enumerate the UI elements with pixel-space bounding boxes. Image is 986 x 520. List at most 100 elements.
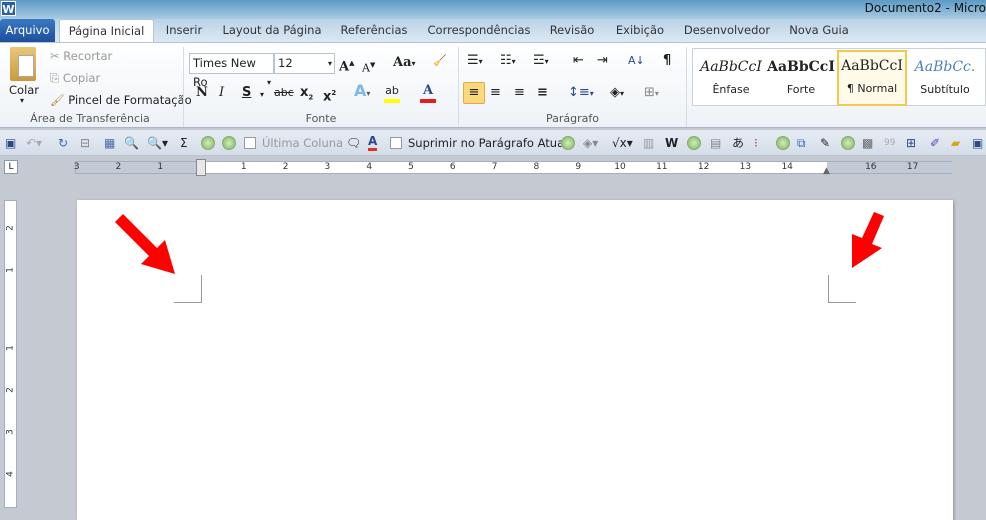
folder-icon[interactable]: ▰: [951, 135, 960, 151]
numbering-icon[interactable]: ☷▾: [500, 53, 516, 70]
horizontal-ruler[interactable]: 3 2 1 1 2 3 4 5 6 7 8 9 10 11 12 13 14 16 17 ▲: [74, 159, 952, 176]
word-count-icon[interactable]: W: [665, 135, 678, 151]
align-right-button[interactable]: ≡: [514, 85, 525, 101]
italic-button[interactable]: I: [219, 85, 224, 101]
style-normal[interactable]: AaBbCcI ¶ Normal: [837, 50, 907, 106]
font-color-icon[interactable]: A: [368, 135, 378, 151]
tab-pagina-inicial[interactable]: Página Inicial: [59, 19, 154, 43]
line-spacing-icon[interactable]: ↕≡▾: [568, 85, 594, 102]
style-enfase[interactable]: AaBbCcI Ênfase: [696, 53, 766, 103]
change-case-button[interactable]: Aa▾: [393, 55, 416, 71]
decrease-indent-icon[interactable]: ⇤: [573, 53, 584, 69]
translate-icon[interactable]: あ: [732, 135, 744, 151]
underline-dropdown-icon[interactable]: ▾: [260, 87, 264, 103]
ruler-number: 12: [697, 162, 710, 172]
align-center-button[interactable]: ≡: [490, 85, 501, 101]
chevron-down-icon: ▾: [266, 78, 271, 87]
green-button-icon[interactable]: [222, 136, 236, 150]
ruler-number: 2: [5, 387, 16, 393]
align-left-button[interactable]: ≡: [463, 82, 485, 104]
ruler-number: 3: [5, 429, 16, 435]
subscript-icon[interactable]: x2: [300, 85, 313, 106]
green-button-icon[interactable]: [561, 136, 575, 150]
increase-indent-icon[interactable]: ⇥: [597, 53, 608, 69]
save-all-icon[interactable]: ▣: [972, 135, 983, 151]
green-button-icon[interactable]: [687, 136, 701, 150]
toc-icon[interactable]: ⊞: [906, 135, 916, 151]
preview-dropdown-icon[interactable]: 🔍▾: [147, 135, 168, 151]
word-app-icon[interactable]: W: [1, 1, 16, 16]
comment-icon[interactable]: 🗨: [346, 135, 361, 151]
paste-dropdown-icon[interactable]: ▾: [20, 96, 24, 105]
green-button-icon[interactable]: [841, 136, 855, 150]
save-icon[interactable]: ▣: [5, 135, 16, 151]
copy-button[interactable]: ⎘ Copiar: [50, 71, 100, 86]
strikethrough-button[interactable]: abc: [274, 85, 294, 101]
bullets-icon[interactable]: ☰▾: [467, 53, 483, 70]
redo-icon[interactable]: ↻: [58, 135, 68, 151]
cut-button[interactable]: ✂ Recortar: [50, 49, 112, 63]
shapes-icon[interactable]: ◈▾: [583, 135, 598, 151]
tab-selector[interactable]: L: [4, 160, 18, 174]
shrink-font-icon[interactable]: A▼: [362, 57, 375, 77]
sigma-button[interactable]: Σ: [180, 135, 188, 151]
bold-button[interactable]: N: [196, 85, 208, 101]
style-subtitulo[interactable]: AaBbCc. Subtítulo: [910, 53, 980, 103]
indent-marker[interactable]: [196, 159, 206, 176]
link-icon[interactable]: ⧉: [797, 135, 806, 151]
tab-arquivo[interactable]: Arquivo: [0, 19, 55, 42]
edit-icon[interactable]: ✎: [820, 135, 830, 151]
shading-icon[interactable]: ◈▾: [610, 85, 624, 102]
sort-icon[interactable]: A↓: [628, 53, 645, 69]
tab-referencias[interactable]: Referências: [336, 19, 412, 42]
font-size-select[interactable]: 12 ▾: [274, 53, 335, 74]
columns-icon[interactable]: ▥: [643, 135, 654, 151]
document-page[interactable]: [77, 200, 953, 520]
right-indent-marker[interactable]: ▲: [823, 166, 830, 176]
font-color-icon[interactable]: A: [420, 83, 436, 103]
underline-button[interactable]: S: [242, 85, 251, 101]
show-formatting-button[interactable]: ¶: [663, 53, 671, 69]
tab-inserir[interactable]: Inserir: [160, 19, 208, 42]
numbering-icon[interactable]: 99: [884, 135, 895, 151]
undo-icon[interactable]: ↶▾: [26, 135, 42, 151]
paste-button[interactable]: Colar: [9, 83, 39, 97]
style-forte[interactable]: AaBbCcI Forte: [766, 53, 836, 103]
pen-icon[interactable]: ✐: [930, 135, 940, 151]
green-button-icon[interactable]: [776, 136, 790, 150]
calculator-icon[interactable]: ▦: [104, 135, 115, 151]
borders-icon[interactable]: ⊞▾: [644, 85, 659, 102]
highlight-icon[interactable]: ab: [384, 83, 400, 103]
text-effects-icon[interactable]: A▾: [354, 83, 370, 102]
change-case-label: Aa: [393, 55, 412, 70]
list-icon[interactable]: ⁝: [754, 135, 758, 151]
superscript-icon[interactable]: x2: [323, 85, 336, 105]
clear-formatting-icon[interactable]: 🧹: [433, 53, 447, 69]
tab-desenvolvedor[interactable]: Desenvolvedor: [682, 19, 772, 42]
tab-revisao[interactable]: Revisão: [546, 19, 598, 42]
tab-exibicao[interactable]: Exibição: [612, 19, 668, 42]
format-painter-button[interactable]: 🖌 Pincel de Formatação: [50, 93, 192, 107]
page-icon[interactable]: ▤: [710, 135, 721, 151]
multilevel-list-icon[interactable]: ☲▾: [533, 53, 549, 70]
font-name-select[interactable]: Times New Ro ▾: [189, 53, 274, 89]
grow-font-icon[interactable]: A▲: [339, 55, 354, 75]
equation-icon[interactable]: √x▾: [612, 135, 633, 151]
suppress-checkbox[interactable]: [390, 137, 402, 149]
paste-icon[interactable]: [10, 47, 36, 81]
tab-correspondencias[interactable]: Correspondências: [424, 19, 534, 42]
tab-nova-guia[interactable]: Nova Guia: [786, 19, 852, 42]
right-margin-area: [827, 162, 952, 173]
title-bar: W Documento2 - Micro: [0, 0, 986, 19]
suppress-label: Suprimir no Parágrafo Atual: [408, 136, 568, 150]
print-preview-icon[interactable]: 🔍: [124, 135, 139, 151]
last-column-checkbox[interactable]: [244, 137, 256, 149]
green-button-icon[interactable]: [201, 136, 215, 150]
justify-button[interactable]: ≡: [537, 85, 548, 101]
tab-layout[interactable]: Layout da Página: [218, 19, 326, 42]
vertical-ruler[interactable]: 2 1 1 2 3 4: [4, 200, 17, 508]
table-icon[interactable]: ⊟: [80, 135, 90, 151]
left-margin-corner-mark: [174, 275, 202, 303]
image-icon[interactable]: ▩: [862, 135, 873, 151]
ruler-number: 5: [408, 162, 414, 172]
